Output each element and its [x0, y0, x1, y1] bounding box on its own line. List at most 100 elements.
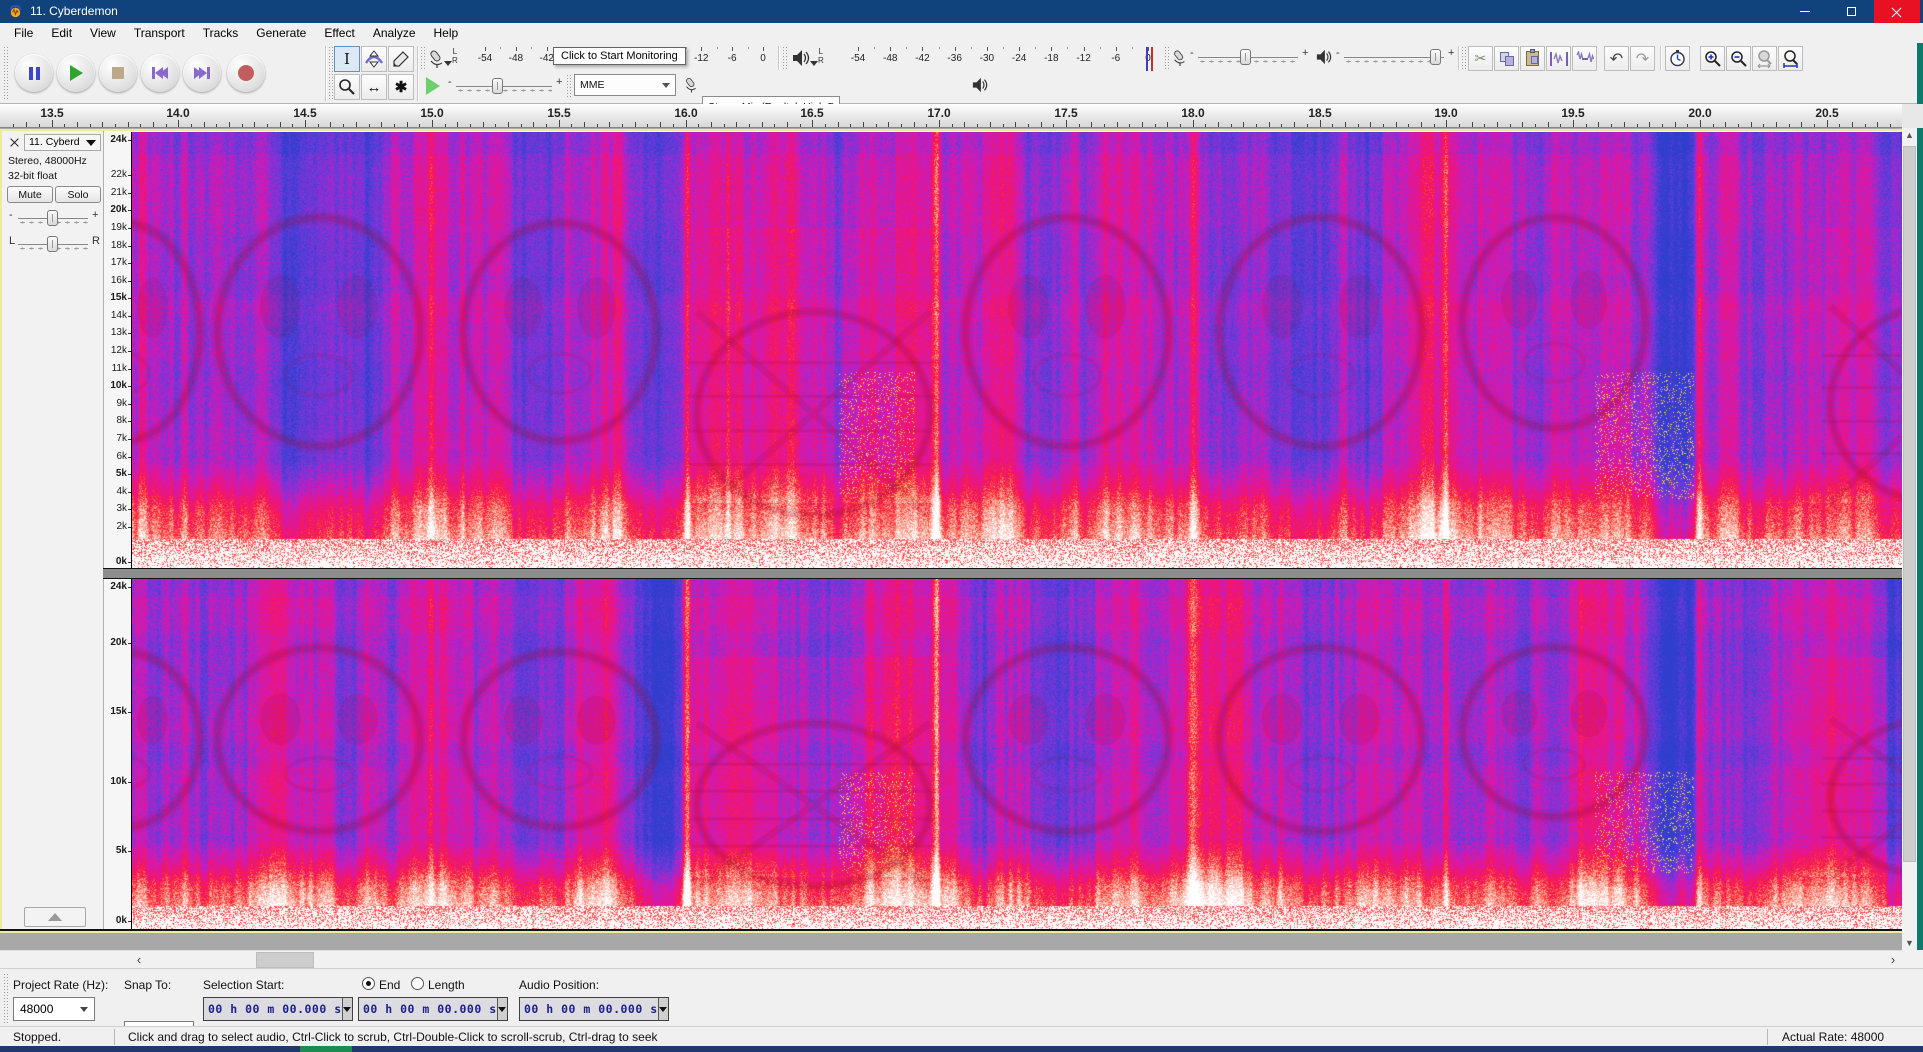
silence-audio-button[interactable]	[1572, 46, 1597, 71]
timeline-minor-tick	[736, 122, 737, 127]
vertical-scrollbar-thumb[interactable]	[1903, 146, 1916, 862]
timeline-minor-tick	[964, 122, 965, 127]
playback-meter[interactable]: -54-48-42-36-30-24-18-12-60	[828, 47, 1160, 71]
play-meter-dropdown-icon[interactable]	[810, 61, 818, 66]
rec-meter-dropdown-icon[interactable]	[444, 61, 452, 66]
solo-button[interactable]: Solo	[55, 186, 101, 203]
menu-tracks[interactable]: Tracks	[194, 23, 248, 43]
recording-volume-thumb[interactable]	[1240, 49, 1251, 65]
multi-tool-button[interactable]: ✱	[388, 74, 414, 100]
spectrogram-left-channel[interactable]	[131, 132, 1903, 568]
track-collapse-button[interactable]	[24, 907, 86, 927]
meter-tick-label: 0	[750, 53, 776, 64]
menu-effect[interactable]: Effect	[315, 23, 363, 43]
selection-end-field[interactable]: 00 h 00 m 00.000 s	[358, 997, 508, 1021]
scroll-up-icon[interactable]: ▲	[1902, 130, 1917, 140]
device-toolbar-grip[interactable]	[566, 74, 571, 98]
envelope-tool-button[interactable]	[361, 46, 387, 72]
track-format-line1: Stereo, 48000Hz	[8, 155, 87, 167]
audio-position-spinner[interactable]	[658, 998, 668, 1020]
play-meter-channel-labels: LR	[818, 47, 824, 65]
recording-volume-slider[interactable]	[1198, 46, 1298, 68]
selection-end-spinner[interactable]	[497, 998, 507, 1020]
undo-button[interactable]: ↶	[1604, 46, 1629, 71]
cut-button[interactable]: ✂	[1468, 46, 1493, 71]
playback-volume-thumb[interactable]	[1430, 49, 1441, 65]
play-at-speed-button[interactable]	[426, 77, 440, 95]
mixer-toolbar-grip[interactable]	[1164, 46, 1169, 70]
audio-position-field[interactable]: 00 h 00 m 00.000 s	[519, 997, 669, 1021]
recording-meter-grip[interactable]	[420, 46, 425, 70]
scroll-left-icon[interactable]: ‹	[130, 952, 148, 968]
playback-volume-slider[interactable]	[1344, 46, 1444, 68]
pan-slider-thumb[interactable]	[47, 236, 58, 252]
timeline-minor-tick	[1408, 124, 1409, 127]
stop-button[interactable]	[99, 54, 137, 92]
record-button[interactable]	[227, 54, 265, 92]
copy-button[interactable]	[1494, 46, 1519, 71]
playback-meter-grip[interactable]	[782, 46, 787, 70]
edit-toolbar-grip[interactable]	[1461, 46, 1466, 70]
play-speed-thumb[interactable]	[492, 78, 503, 94]
gain-slider[interactable]	[18, 207, 88, 229]
audio-host-select[interactable]: MME	[574, 74, 676, 96]
trim-audio-button[interactable]	[1546, 46, 1571, 71]
spectrogram-right-channel[interactable]	[131, 579, 1903, 929]
time-shift-tool-button[interactable]: ↔	[361, 74, 387, 100]
pause-button[interactable]	[15, 54, 53, 92]
menu-analyze[interactable]: Analyze	[364, 23, 425, 43]
menu-transport[interactable]: Transport	[125, 23, 194, 43]
timeline-ruler[interactable]: 13.514.014.515.015.516.016.517.017.518.0…	[0, 104, 1902, 128]
paste-button[interactable]	[1520, 46, 1545, 71]
play-button[interactable]	[57, 54, 95, 92]
mute-button[interactable]: Mute	[7, 186, 53, 203]
timer-button[interactable]	[1665, 46, 1690, 71]
horizontal-scrollbar-thumb[interactable]	[256, 952, 314, 968]
skip-to-end-button[interactable]	[183, 54, 221, 92]
transport-toolbar-grip[interactable]	[3, 46, 8, 101]
selection-toolbar-grip[interactable]	[3, 973, 8, 1023]
horizontal-scrollbar[interactable]: ‹ ›	[0, 950, 1902, 968]
length-radio[interactable]	[411, 977, 424, 990]
zoom-selection-button[interactable]	[1752, 46, 1777, 71]
stop-icon	[112, 67, 124, 79]
close-button[interactable]	[1874, 0, 1920, 23]
scroll-down-icon[interactable]: ▼	[1902, 938, 1917, 948]
timeline-label: 17.5	[1044, 106, 1088, 120]
zoom-fit-button[interactable]	[1778, 46, 1803, 71]
menu-generate[interactable]: Generate	[247, 23, 315, 43]
zoom-tool-button[interactable]	[334, 74, 360, 100]
play-speed-slider[interactable]	[456, 75, 552, 97]
vertical-scrollbar[interactable]: ▲ ▼	[1902, 128, 1917, 950]
gain-slider-thumb[interactable]	[47, 210, 58, 226]
skip-to-start-button[interactable]	[141, 54, 179, 92]
menu-view[interactable]: View	[81, 23, 125, 43]
tools-toolbar-grip[interactable]	[328, 46, 333, 101]
menu-help[interactable]: Help	[425, 23, 468, 43]
pan-slider[interactable]	[18, 233, 88, 255]
draw-tool-button[interactable]	[388, 46, 414, 72]
timeline-label: 20.5	[1805, 106, 1849, 120]
maximize-button[interactable]	[1828, 0, 1874, 23]
timeline-major-tick	[1446, 120, 1447, 127]
menu-file[interactable]: File	[5, 23, 42, 43]
scroll-right-icon[interactable]: ›	[1884, 952, 1902, 968]
meter-tick	[987, 47, 988, 51]
end-radio[interactable]	[362, 977, 375, 990]
timeline-minor-tick	[419, 124, 420, 127]
track-name-menu[interactable]: 11. Cyberd	[24, 134, 101, 151]
freq-label-14k: 14k	[104, 310, 127, 322]
selection-start-field[interactable]: 00 h 00 m 00.000 s	[203, 997, 353, 1021]
project-rate-select[interactable]: 48000	[13, 997, 95, 1021]
zoom-in-button[interactable]	[1700, 46, 1725, 71]
selection-start-spinner[interactable]	[342, 998, 352, 1020]
selection-tool-button[interactable]: I	[334, 46, 360, 72]
monitoring-tooltip[interactable]: Click to Start Monitoring	[553, 47, 686, 65]
meter-minor-tick	[531, 47, 532, 49]
minimize-button[interactable]	[1782, 0, 1828, 23]
redo-button[interactable]: ↷	[1630, 46, 1655, 71]
toolbar-separator	[778, 46, 780, 70]
menu-edit[interactable]: Edit	[42, 23, 81, 43]
track-close-button[interactable]	[7, 135, 21, 149]
zoom-out-button[interactable]	[1726, 46, 1751, 71]
